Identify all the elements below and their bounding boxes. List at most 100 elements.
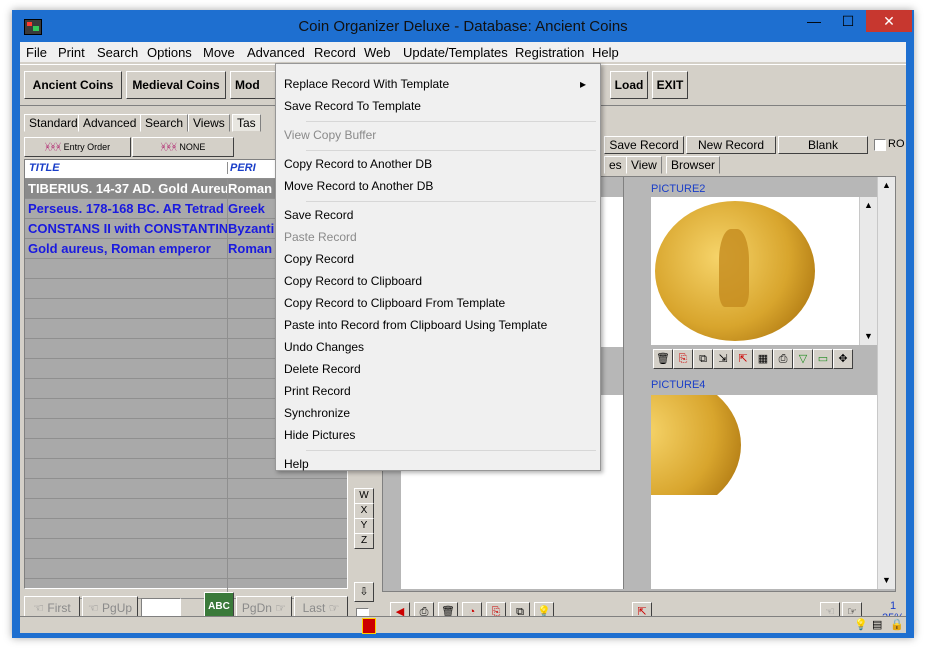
table-row[interactable] bbox=[25, 559, 347, 579]
export-icon[interactable]: ⇱ bbox=[733, 349, 753, 369]
menu-item-replace-record-with-template[interactable]: Replace Record With Template ▸ bbox=[284, 77, 590, 91]
record-number-input[interactable] bbox=[141, 598, 181, 618]
menu-separator bbox=[306, 121, 596, 122]
sort-entry-order-label: Entry Order bbox=[63, 142, 111, 152]
tab-views[interactable]: Views bbox=[188, 114, 230, 132]
copy-icon[interactable]: ⧉ bbox=[693, 349, 713, 369]
col-title-header[interactable]: TITLE bbox=[29, 162, 60, 174]
tab-standard[interactable]: Standard bbox=[24, 114, 83, 132]
menu-search[interactable]: Search bbox=[97, 45, 138, 60]
menu-item-move-record-to-another-db[interactable]: Move Record to Another DB bbox=[284, 179, 590, 193]
tab-pictures[interactable]: es bbox=[604, 156, 627, 174]
menu-item-copy-record-to-clipboard[interactable]: Copy Record to Clipboard bbox=[284, 274, 590, 288]
blank-button[interactable]: Blank bbox=[778, 136, 868, 154]
trash-icon[interactable]: 🗑 bbox=[653, 349, 673, 369]
menu-item-copy-record-to-clipboard-from-template[interactable]: Copy Record to Clipboard From Template bbox=[284, 296, 590, 310]
submenu-arrow-icon: ▸ bbox=[579, 77, 586, 91]
menu-item-delete-record[interactable]: Delete Record bbox=[284, 362, 590, 376]
menu-item-undo-changes[interactable]: Undo Changes bbox=[284, 340, 590, 354]
scroll-up-arrow-icon[interactable]: ▲ bbox=[878, 177, 895, 194]
bulb-icon[interactable]: 💡 bbox=[854, 618, 868, 631]
lock-icon[interactable]: 🔒 bbox=[890, 618, 904, 631]
table-row[interactable] bbox=[25, 539, 347, 559]
menu-item-save-record-to-template[interactable]: Save Record To Template bbox=[284, 99, 590, 113]
tab-view[interactable]: View bbox=[626, 156, 662, 174]
save-record-button[interactable]: Save Record bbox=[604, 136, 684, 154]
scroll-up-arrow-icon[interactable]: ▲ bbox=[860, 197, 877, 214]
menu-help[interactable]: Help bbox=[592, 45, 619, 60]
menu-file[interactable]: File bbox=[26, 45, 47, 60]
menu-item-copy-record[interactable]: Copy Record bbox=[284, 252, 590, 266]
menu-record[interactable]: Record bbox=[314, 45, 356, 60]
table-row[interactable] bbox=[25, 499, 347, 519]
picture2-scrollbar[interactable]: ▲ ▼ bbox=[859, 197, 877, 345]
picture4-label: PICTURE4 bbox=[651, 379, 706, 391]
modern-coins-button[interactable]: Mod bbox=[230, 71, 276, 99]
monitor-icon[interactable]: ▭ bbox=[813, 349, 833, 369]
row-title-cell: Perseus. 178-168 BC. AR Tetrad bbox=[25, 199, 228, 218]
row-title-cell bbox=[25, 339, 228, 358]
row-title-cell bbox=[25, 419, 228, 438]
scan-icon[interactable]: ▦ bbox=[753, 349, 773, 369]
row-title-cell: Gold aureus, Roman emperor bbox=[25, 239, 228, 258]
menu-web[interactable]: Web bbox=[364, 45, 391, 60]
tab-advanced[interactable]: Advanced bbox=[78, 114, 142, 132]
tab-search[interactable]: Search bbox=[140, 114, 189, 132]
import-icon[interactable]: ⇲ bbox=[713, 349, 733, 369]
picture-count: 1 bbox=[890, 600, 897, 612]
print-icon[interactable]: ⎙ bbox=[773, 349, 793, 369]
split-handle-icon[interactable] bbox=[362, 618, 376, 634]
paste-icon[interactable]: ⎘ bbox=[673, 349, 693, 369]
ro-label: RO bbox=[888, 138, 905, 150]
menu-item-copy-record-to-another-db[interactable]: Copy Record to Another DB bbox=[284, 157, 590, 171]
move-icon[interactable]: ✥ bbox=[833, 349, 853, 369]
alpha-x-button[interactable]: X bbox=[354, 503, 374, 519]
new-record-button[interactable]: New Record bbox=[686, 136, 776, 154]
down-arrow-icon[interactable]: ⇩ bbox=[354, 582, 374, 602]
menu-item-print-record[interactable]: Print Record bbox=[284, 384, 590, 398]
menu-update-templates[interactable]: Update/Templates bbox=[403, 45, 508, 60]
close-button[interactable]: ✕ bbox=[866, 10, 912, 32]
menu-advanced[interactable]: Advanced bbox=[247, 45, 305, 60]
menu-move[interactable]: Move bbox=[203, 45, 235, 60]
documents-icon[interactable]: ▤ bbox=[872, 618, 882, 631]
table-row[interactable] bbox=[25, 479, 347, 499]
ancient-coins-button[interactable]: Ancient Coins bbox=[24, 71, 122, 99]
ro-checkbox[interactable] bbox=[874, 139, 886, 151]
sort-entry-order[interactable]: ᚸᚸᚸ Entry Order bbox=[24, 137, 131, 157]
pgdn-label: PgDn bbox=[241, 601, 272, 615]
filter-icon[interactable]: ▽ bbox=[793, 349, 813, 369]
hand-left-icon: ☜ bbox=[33, 601, 45, 615]
scroll-down-arrow-icon[interactable]: ▼ bbox=[878, 572, 895, 589]
alpha-w-button[interactable]: W bbox=[354, 488, 374, 504]
menu-item-synchronize[interactable]: Synchronize bbox=[284, 406, 590, 420]
tab-browser[interactable]: Browser bbox=[666, 156, 721, 174]
tab-tasks[interactable]: Tas bbox=[232, 114, 261, 132]
exit-button[interactable]: EXIT bbox=[652, 71, 688, 99]
picture4-frame[interactable] bbox=[651, 395, 877, 589]
menu-item-help[interactable]: Help bbox=[284, 457, 590, 471]
menu-item-save-record[interactable]: Save Record bbox=[284, 208, 590, 222]
people-icon: ᚸᚸᚸ bbox=[160, 142, 177, 152]
maximize-button[interactable]: ☐ bbox=[834, 10, 862, 32]
table-row[interactable] bbox=[25, 519, 347, 539]
medieval-coins-button[interactable]: Medieval Coins bbox=[126, 71, 226, 99]
menu-item-hide-pictures[interactable]: Hide Pictures bbox=[284, 428, 590, 442]
row-title-cell bbox=[25, 299, 228, 318]
minimize-button[interactable]: — bbox=[800, 10, 828, 32]
menu-registration[interactable]: Registration bbox=[515, 45, 584, 60]
menu-item-paste-into-record-from-clipboard-using-template[interactable]: Paste into Record from Clipboard Using T… bbox=[284, 318, 590, 332]
load-button[interactable]: Load bbox=[610, 71, 648, 99]
row-title-cell: TIBERIUS. 14-37 AD. Gold Aureus bbox=[25, 179, 228, 198]
menu-item-paste-record: Paste Record bbox=[284, 230, 357, 244]
hand-left-icon: ☜ bbox=[87, 601, 99, 615]
col-period-header[interactable]: PERI bbox=[227, 162, 256, 174]
scroll-down-arrow-icon[interactable]: ▼ bbox=[860, 328, 877, 345]
picture2-frame[interactable]: ▲ ▼ bbox=[651, 197, 877, 345]
menu-print[interactable]: Print bbox=[58, 45, 85, 60]
alpha-z-button[interactable]: Z bbox=[354, 533, 374, 549]
menu-options[interactable]: Options bbox=[147, 45, 192, 60]
sort-none[interactable]: ᚸᚸᚸ NONE bbox=[132, 137, 234, 157]
pictures-scrollbar[interactable]: ▲ ▼ bbox=[877, 177, 895, 589]
alpha-y-button[interactable]: Y bbox=[354, 518, 374, 534]
